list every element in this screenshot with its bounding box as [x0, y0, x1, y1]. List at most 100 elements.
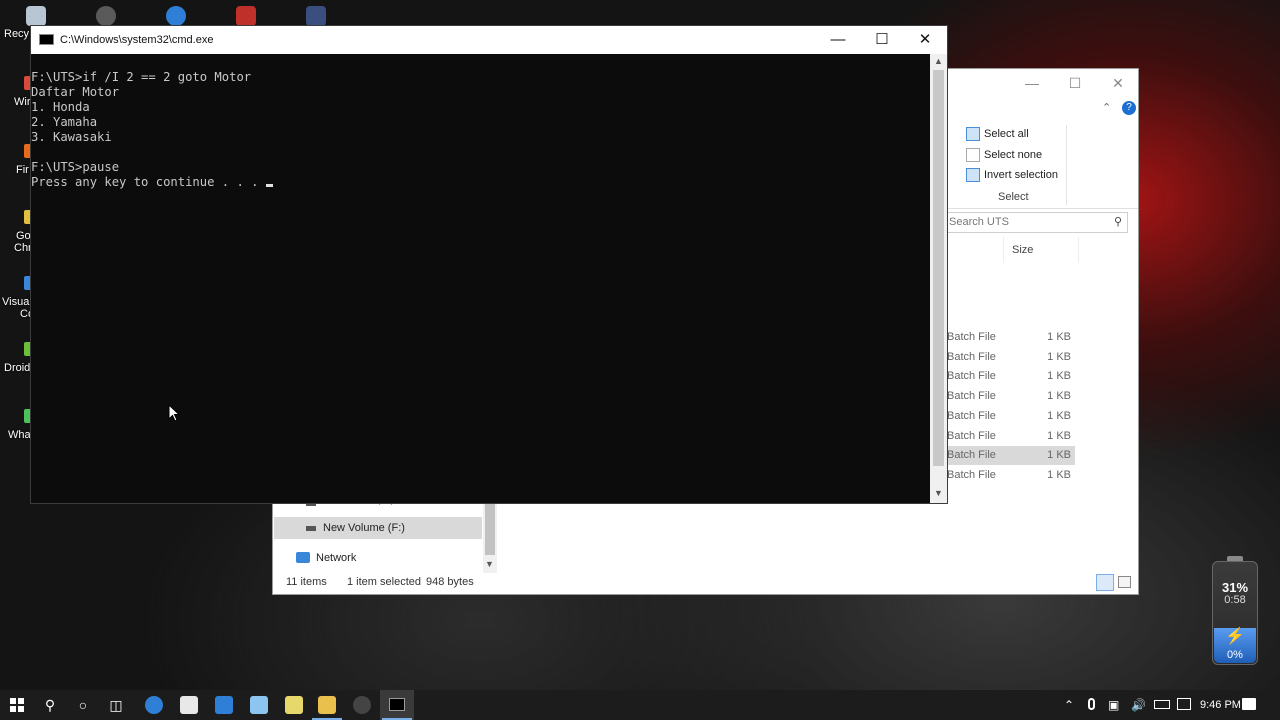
file-row[interactable]: Batch File 1 KB — [945, 328, 1075, 347]
file-size: 1 KB — [1047, 409, 1071, 422]
desktop-icon-label: Wir — [14, 96, 31, 108]
cortana-button[interactable]: ○ — [66, 690, 100, 720]
status-size: 948 bytes — [426, 576, 474, 588]
scrollbar-thumb[interactable] — [485, 503, 495, 555]
battery-tray-icon[interactable] — [1154, 700, 1170, 709]
scroll-down-icon[interactable]: ▼ — [934, 488, 943, 498]
edge-shortcut-icon[interactable] — [166, 6, 186, 26]
cmd-window[interactable]: C:\Windows\system32\cmd.exe — ☐ ✕ F:\UTS… — [30, 25, 948, 504]
file-type: Batch File — [947, 370, 996, 383]
cmd-taskbar-button[interactable] — [380, 690, 414, 720]
console-line: 1. Honda — [31, 100, 90, 114]
console-output[interactable]: F:\UTS>if /I 2 == 2 goto Motor Daftar Mot… — [31, 70, 931, 500]
search-button[interactable]: ⚲ — [33, 690, 67, 720]
cmd-app-icon — [39, 34, 54, 45]
microphone-icon[interactable] — [1088, 698, 1095, 710]
nav-pane-scrollbar[interactable]: ▼ — [483, 503, 497, 573]
desktop-icon-label: Wha — [8, 429, 31, 441]
mail-taskbar-icon[interactable] — [215, 696, 233, 714]
nav-item-network[interactable]: Network — [274, 547, 482, 569]
file-row[interactable]: Batch File 1 KB — [945, 367, 1075, 386]
select-all-button[interactable]: Select all — [965, 124, 1029, 144]
app-shortcut-icon[interactable] — [96, 6, 116, 26]
network-icon — [296, 552, 310, 563]
steam-taskbar-icon[interactable] — [353, 696, 371, 714]
file-row[interactable]: Batch File 1 KB — [945, 387, 1075, 406]
console-line: 3. Kawasaki — [31, 130, 112, 144]
desktop-icon-label: Fir — [16, 164, 29, 176]
show-hidden-icons-button[interactable]: ⌃ — [1064, 690, 1074, 720]
task-view-icon: ◫ — [109, 697, 123, 713]
cmd-close-button[interactable]: ✕ — [903, 26, 947, 54]
details-view-icon[interactable] — [1096, 574, 1114, 591]
column-header-size[interactable]: Size — [1003, 237, 1079, 263]
nav-item-new-volume[interactable]: New Volume (F:) — [274, 517, 482, 539]
desktop-icon-label: Go — [16, 230, 31, 242]
edge-taskbar-icon[interactable] — [145, 696, 163, 714]
store-taskbar-icon[interactable] — [180, 696, 198, 714]
cmd-taskbar-icon — [389, 698, 405, 711]
console-line-text: Press any key to continue . . . — [31, 175, 266, 189]
tool-shortcut-icon[interactable] — [306, 6, 326, 26]
clock[interactable]: 9:46 PM — [1200, 690, 1241, 720]
notepad-taskbar-icon[interactable] — [285, 696, 303, 714]
scroll-up-icon[interactable]: ▲ — [934, 56, 943, 66]
console-line: F:\UTS>pause — [31, 160, 120, 174]
file-type: Batch File — [947, 468, 996, 481]
explorer-maximize-button[interactable]: ☐ — [1053, 69, 1097, 97]
file-type: Batch File — [947, 331, 996, 343]
select-all-icon — [966, 127, 980, 141]
help-icon[interactable]: ? — [1122, 101, 1136, 115]
explorer-taskbar-icon[interactable] — [318, 696, 336, 714]
search-input[interactable]: Search UTS ⚲ — [945, 212, 1128, 233]
battery-percent: 31% — [1221, 580, 1249, 595]
cortana-icon: ○ — [78, 697, 88, 713]
file-row[interactable]: Batch File 1 KB — [945, 466, 1075, 485]
select-none-button[interactable]: Select none — [965, 145, 1042, 165]
game-shortcut-icon[interactable] — [236, 6, 256, 26]
tiles-view-icon[interactable] — [1118, 576, 1131, 588]
cmd-scrollbar[interactable]: ▲ ▼ — [930, 54, 947, 503]
desktop-icon-label: Visual — [2, 296, 32, 308]
explorer-minimize-button[interactable]: — — [1010, 69, 1054, 97]
file-type: Batch File — [947, 409, 996, 422]
notification-center-icon[interactable] — [1242, 698, 1256, 710]
scroll-down-icon[interactable]: ▼ — [485, 559, 494, 569]
cmd-maximize-button[interactable]: ☐ — [860, 26, 904, 54]
search-icon: ⚲ — [44, 697, 56, 713]
invert-selection-button[interactable]: Invert selection — [965, 165, 1058, 185]
windows-icon — [10, 698, 24, 712]
ribbon-collapse-icon[interactable]: ⌃ — [1102, 101, 1111, 114]
lightning-icon: ⚡ — [1225, 628, 1245, 645]
status-bar: 11 items 1 item selected 948 bytes — [273, 570, 1138, 594]
cmd-title-bar[interactable]: C:\Windows\system32\cmd.exe — ☐ ✕ — [31, 26, 947, 54]
explorer-close-button[interactable]: ✕ — [1096, 69, 1140, 97]
column-size-label: Size — [1012, 244, 1034, 256]
text-cursor — [265, 184, 273, 187]
console-line: 2. Yamaha — [31, 115, 98, 129]
select-all-label: Select all — [984, 128, 1029, 140]
notes-taskbar-icon[interactable] — [250, 696, 268, 714]
desktop-icon-label: Droid — [4, 362, 31, 374]
task-view-button[interactable]: ◫ — [99, 690, 133, 720]
status-selected: 1 item selected — [347, 576, 421, 588]
console-line: Daftar Motor — [31, 85, 120, 99]
invert-selection-icon — [966, 168, 980, 182]
file-row[interactable]: Batch File 1 KB — [945, 348, 1075, 367]
start-button[interactable] — [0, 690, 34, 720]
nav-item-label: New Volume (F:) — [323, 522, 405, 534]
file-type: Batch File — [947, 350, 996, 363]
scrollbar-thumb[interactable] — [933, 70, 944, 466]
file-row[interactable]: Batch File 1 KB — [945, 427, 1075, 446]
file-row[interactable]: Batch File 1 KB — [945, 407, 1075, 426]
file-row[interactable]: Batch File 1 KB — [945, 446, 1075, 466]
battery-widget: 31% 0:58 ⚡ 0% — [1211, 556, 1259, 666]
file-type: Batch File — [947, 429, 996, 442]
network-tray-icon[interactable]: ▣ — [1108, 690, 1119, 720]
select-none-label: Select none — [984, 149, 1043, 161]
volume-icon[interactable]: 🔊 — [1131, 690, 1146, 720]
language-icon[interactable] — [1177, 698, 1191, 710]
cmd-minimize-button[interactable]: — — [816, 26, 860, 54]
battery-charge: 0% — [1227, 649, 1243, 661]
